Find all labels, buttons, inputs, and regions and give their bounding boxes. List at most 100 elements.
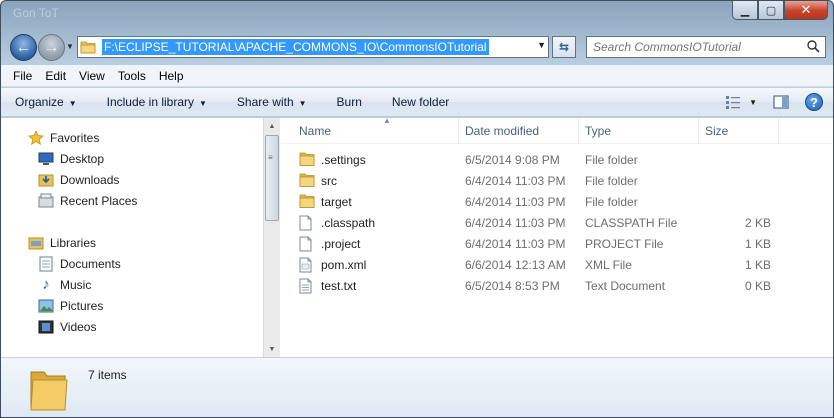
column-type[interactable]: Type xyxy=(579,118,699,144)
file-row[interactable]: target 6/4/2014 11:03 PM File folder xyxy=(281,191,833,212)
include-in-library-button[interactable]: Include in library ▼ xyxy=(107,95,207,109)
file-name: target xyxy=(321,194,352,209)
favorites-label: Favorites xyxy=(50,130,100,145)
scroll-grip: ≡ xyxy=(268,153,273,162)
menu-tools[interactable]: Tools xyxy=(118,69,146,83)
file-date: 6/4/2014 11:03 PM xyxy=(465,173,566,188)
address-bar[interactable]: F:\ECLIPSE_TUTORIAL\APACHE_COMMONS_IO\Co… xyxy=(77,36,549,58)
file-date: 6/4/2014 11:03 PM xyxy=(465,236,566,251)
file-name-cell: test.txt xyxy=(299,275,356,296)
file-date: 6/6/2014 12:13 AM xyxy=(465,257,566,272)
file-name: pom.xml xyxy=(321,257,367,272)
star-icon xyxy=(28,129,44,146)
chevron-down-icon: ▼ xyxy=(199,99,207,108)
menu-view[interactable]: View xyxy=(79,69,105,83)
share-with-button[interactable]: Share with ▼ xyxy=(237,95,307,109)
navigation-pane-scrollbar[interactable]: ▲ ≡ ▼ xyxy=(263,118,280,357)
file-size xyxy=(705,191,771,212)
chevron-down-icon: ▼ xyxy=(68,99,77,108)
back-button[interactable]: ← xyxy=(10,34,37,61)
file-date: 6/4/2014 11:03 PM xyxy=(465,194,566,209)
search-input[interactable] xyxy=(587,37,797,57)
file-row[interactable]: .settings 6/5/2014 9:08 PM File folder xyxy=(281,149,833,170)
minimize-button[interactable]: ▁ xyxy=(732,1,758,20)
address-dropdown-icon[interactable]: ▼ xyxy=(537,40,546,50)
menu-file[interactable]: File xyxy=(13,69,32,83)
tree-item-libraries[interactable]: Libraries xyxy=(28,232,96,253)
file-type: XML File xyxy=(585,257,632,272)
file-date: 6/5/2014 9:08 PM xyxy=(465,152,560,167)
search-box[interactable] xyxy=(586,36,826,58)
file-size: 2 KB xyxy=(744,215,771,230)
change-view-button[interactable]: ▼ xyxy=(725,94,757,110)
file-row[interactable]: .classpath 6/4/2014 11:03 PM CLASSPATH Fil… xyxy=(281,212,833,233)
file-type: File folder xyxy=(585,173,638,188)
refresh-button[interactable]: ⇆ xyxy=(552,36,576,58)
tree-item-documents[interactable]: Documents xyxy=(38,253,121,274)
help-icon[interactable]: ? xyxy=(805,93,823,111)
tree-item-downloads[interactable]: Downloads xyxy=(38,169,119,190)
recent-pages-dropdown[interactable]: ▼ xyxy=(66,42,74,51)
burn-button[interactable]: Burn xyxy=(337,95,362,109)
file-name: .settings xyxy=(321,152,366,167)
file-name-cell: .classpath xyxy=(299,212,375,233)
search-icon[interactable] xyxy=(806,39,820,53)
details-pane: 7 items xyxy=(1,357,833,417)
column-date-modified[interactable]: Date modified xyxy=(459,118,579,144)
file-name-cell: pom.xml xyxy=(299,254,366,275)
music-icon: ♪ xyxy=(42,276,50,293)
new-folder-button[interactable]: New folder xyxy=(392,95,449,109)
command-bar-right: ▼ ? xyxy=(725,93,823,111)
file-size: 1 KB xyxy=(744,257,771,272)
arrow-left-icon: ← xyxy=(15,38,32,56)
title-bar[interactable]: Gon ToT ▁ ▢ ✕ xyxy=(1,1,833,31)
column-size[interactable]: Size xyxy=(699,118,779,144)
tree-item-recent-places[interactable]: Recent Places xyxy=(38,190,137,211)
file-row[interactable]: .project 6/4/2014 11:03 PM PROJECT File 1 K… xyxy=(281,233,833,254)
menu-help[interactable]: Help xyxy=(159,69,184,83)
column-name[interactable]: ▲ Name xyxy=(293,116,459,144)
folder-icon xyxy=(78,37,98,57)
tree-item-videos[interactable]: Videos xyxy=(38,316,96,337)
file-date: 6/5/2014 8:53 PM xyxy=(465,278,560,293)
column-name-label: Name xyxy=(299,124,332,138)
scroll-up-button[interactable]: ▲ xyxy=(264,118,280,134)
window-title: Gon ToT xyxy=(13,6,59,20)
forward-button[interactable]: → xyxy=(38,34,65,61)
documents-label: Documents xyxy=(60,256,121,271)
file-list: ▲ Name Date modified Type Size .settings… xyxy=(281,116,833,357)
close-button[interactable]: ✕ xyxy=(784,1,828,20)
folder-icon xyxy=(30,371,68,411)
file-date: 6/4/2014 11:03 PM xyxy=(465,215,566,230)
file-row[interactable]: pom.xml 6/6/2014 12:13 AM XML File 1 KB xyxy=(281,254,833,275)
tree-item-desktop[interactable]: Desktop xyxy=(38,148,104,169)
file-row[interactable]: test.txt 6/5/2014 8:53 PM Text Document 0 K… xyxy=(281,275,833,296)
refresh-icon: ⇆ xyxy=(558,40,570,54)
file-name-cell: src xyxy=(299,170,337,191)
tree-item-pictures[interactable]: Pictures xyxy=(38,295,103,316)
organize-button[interactable]: Organize ▼ xyxy=(15,95,77,109)
tree-item-music[interactable]: ♪ Music xyxy=(38,274,91,295)
scroll-thumb[interactable] xyxy=(265,135,279,221)
file-size: 0 KB xyxy=(744,278,771,293)
preview-pane-icon[interactable] xyxy=(773,94,789,110)
file-type: File folder xyxy=(585,152,638,167)
navigation-pane: Favorites Desktop Downloads Recent Place… xyxy=(1,118,263,357)
file-name-cell: target xyxy=(299,191,352,212)
scroll-down-button[interactable]: ▼ xyxy=(264,341,280,357)
text-file-icon xyxy=(299,278,315,294)
file-type: File folder xyxy=(585,194,638,209)
file-name: src xyxy=(321,173,337,188)
tree-item-favorites[interactable]: Favorites xyxy=(28,127,99,148)
address-path[interactable]: F:\ECLIPSE_TUTORIAL\APACHE_COMMONS_IO\Co… xyxy=(102,39,489,55)
include-in-library-label: Include in library xyxy=(106,95,194,109)
xml-file-icon xyxy=(299,257,315,273)
sort-ascending-icon: ▲ xyxy=(383,116,391,125)
file-name-cell: .project xyxy=(299,233,360,254)
organize-label: Organize xyxy=(15,95,64,109)
desktop-label: Desktop xyxy=(60,151,105,166)
menu-edit[interactable]: Edit xyxy=(45,69,66,83)
navigation-bar: ← → ▼ F:\ECLIPSE_TUTORIAL\APACHE_COMMONS… xyxy=(1,32,833,64)
file-row[interactable]: src 6/4/2014 11:03 PM File folder xyxy=(281,170,833,191)
maximize-button[interactable]: ▢ xyxy=(758,1,784,20)
